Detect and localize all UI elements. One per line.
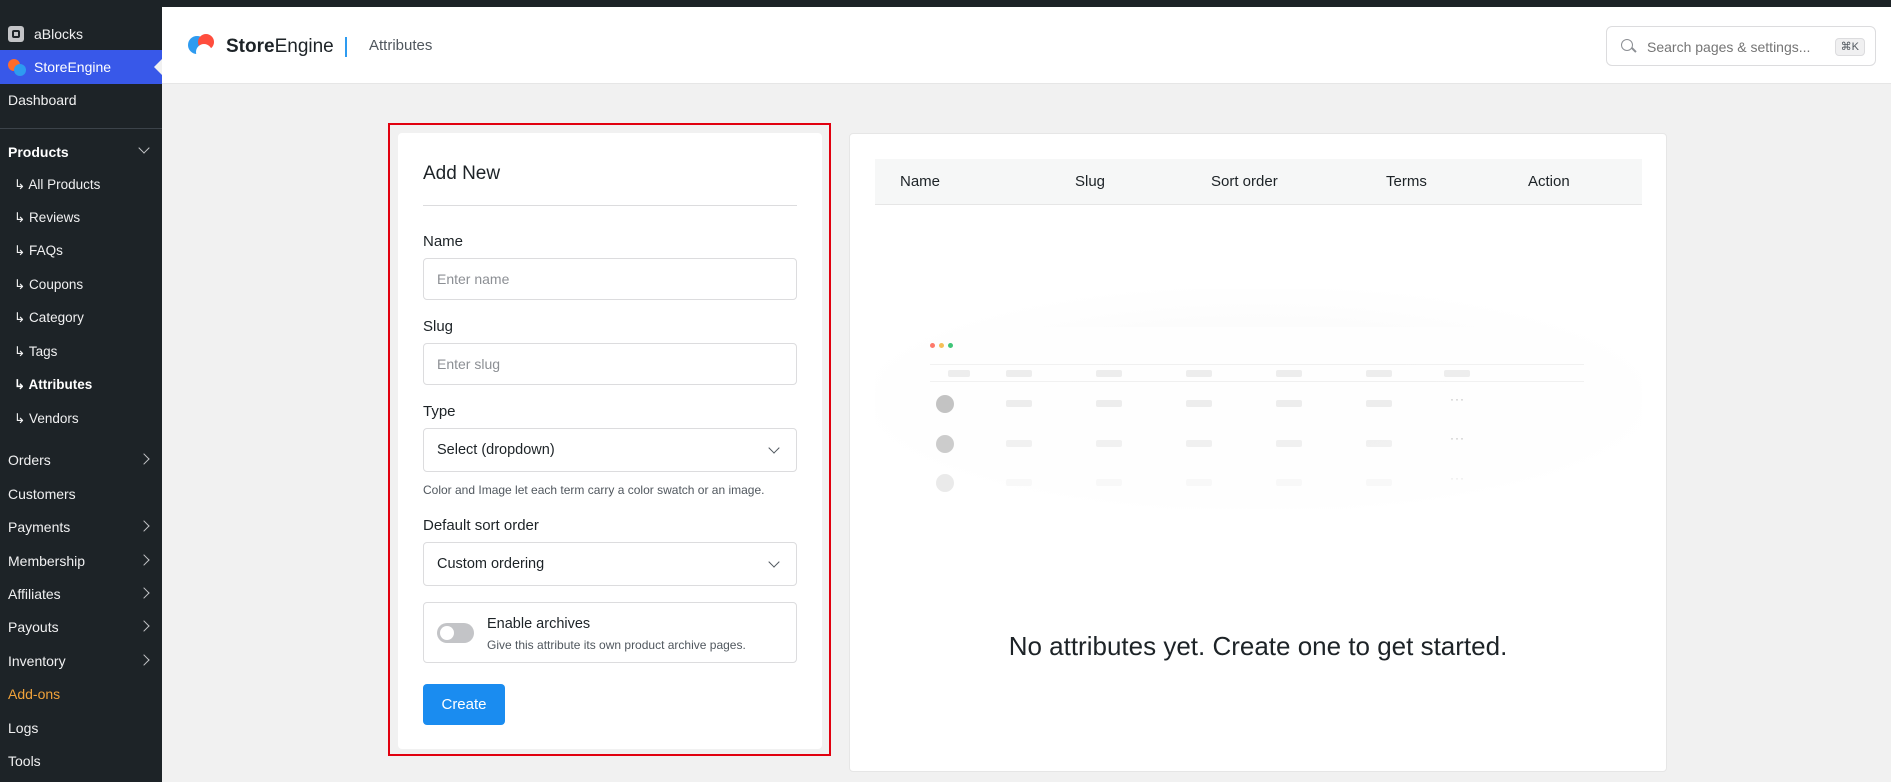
avatar-icon	[936, 435, 954, 453]
storeengine-logo-icon	[8, 58, 26, 76]
column-header-sort-order[interactable]: Sort order	[1211, 173, 1278, 190]
more-icon: ···	[1450, 471, 1465, 485]
chevron-right-icon	[138, 453, 150, 465]
keyboard-shortcut-badge: ⌘K	[1834, 38, 1865, 56]
type-label: Type	[423, 403, 456, 420]
chevron-right-icon	[138, 654, 150, 666]
create-button[interactable]: Create	[423, 684, 505, 725]
avatar-icon	[936, 474, 954, 492]
sidebar-subitem-all-products[interactable]: ↳ All Products	[0, 170, 162, 200]
search-input[interactable]	[1647, 37, 1827, 57]
ablocks-logo-icon	[8, 26, 24, 42]
chevron-right-icon	[138, 520, 150, 532]
brand-name: StoreEngine	[226, 36, 334, 57]
sort-order-select[interactable]: Custom ordering	[423, 542, 797, 586]
sidebar-subitem-attributes[interactable]: ↳ Attributes	[0, 370, 162, 400]
type-select-value: Select (dropdown)	[437, 442, 555, 458]
avatar-icon	[936, 395, 954, 413]
chevron-right-icon	[138, 587, 150, 599]
sidebar-item-label: Dashboard	[8, 92, 77, 108]
more-icon: ···	[1450, 431, 1465, 445]
chevron-down-icon	[138, 142, 150, 154]
illustration-dot	[939, 343, 944, 348]
sidebar-subitem-category[interactable]: ↳ Category	[0, 303, 162, 333]
attributes-table-card: Name Slug Sort order Terms Action ··· ··…	[849, 133, 1667, 772]
enable-archives-description: Give this attribute its own product arch…	[487, 638, 746, 652]
column-header-slug[interactable]: Slug	[1075, 173, 1105, 190]
chevron-right-icon	[138, 620, 150, 632]
sidebar-item-logs[interactable]: Logs	[0, 713, 162, 743]
sidebar-item-payments[interactable]: Payments	[0, 512, 162, 542]
form-title: Add New	[423, 163, 501, 184]
more-icon: ···	[1450, 392, 1465, 406]
type-select[interactable]: Select (dropdown)	[423, 428, 797, 472]
sidebar-item-storeengine[interactable]: StoreEngine	[0, 50, 162, 84]
name-input[interactable]	[423, 258, 797, 300]
slug-label: Slug	[423, 318, 454, 335]
sidebar-subitem-vendors[interactable]: ↳ Vendors	[0, 404, 162, 434]
column-header-terms[interactable]: Terms	[1386, 173, 1427, 190]
sidebar-item-ablocks[interactable]: aBlocks	[0, 17, 162, 51]
chevron-right-icon	[138, 554, 150, 566]
empty-state-message: No attributes yet. Create one to get sta…	[1008, 631, 1508, 661]
type-help-text: Color and Image let each term carry a co…	[423, 483, 765, 497]
add-attribute-form: Add New Name Slug Type Select (dropdown)…	[398, 133, 822, 749]
sort-order-value: Custom ordering	[437, 556, 545, 572]
sidebar-item-addons[interactable]: Add-ons	[0, 679, 162, 709]
search-box[interactable]: ⌘K	[1606, 26, 1876, 66]
column-header-action: Action	[1528, 173, 1570, 190]
sidebar-subitem-faqs[interactable]: ↳ FAQs	[0, 236, 162, 266]
sidebar-item-label: StoreEngine	[34, 59, 112, 75]
breadcrumb: Attributes	[369, 37, 433, 54]
storeengine-logo-icon	[188, 32, 218, 62]
illustration-table-head	[930, 364, 1584, 382]
table-header: Name Slug Sort order Terms Action	[875, 159, 1642, 205]
chevron-down-icon	[768, 556, 780, 568]
illustration-window: ··· ··· ···	[915, 327, 1602, 507]
sidebar-divider	[0, 128, 162, 129]
sidebar-item-label: aBlocks	[34, 26, 84, 42]
admin-top-bar	[0, 0, 1891, 7]
enable-archives-title: Enable archives	[487, 616, 591, 632]
name-label: Name	[423, 233, 464, 250]
sidebar-item-inventory[interactable]: Inventory	[0, 646, 162, 676]
illustration-dot	[948, 343, 953, 348]
sidebar-subitem-tags[interactable]: ↳ Tags	[0, 337, 162, 367]
enable-archives-option: Enable archives Give this attribute its …	[423, 602, 797, 663]
sidebar-item-payouts[interactable]: Payouts	[0, 612, 162, 642]
sidebar-subitem-coupons[interactable]: ↳ Coupons	[0, 270, 162, 300]
sidebar-item-orders[interactable]: Orders	[0, 445, 162, 475]
page-header: StoreEngine Attributes ⌘K	[162, 7, 1891, 84]
sidebar-item-membership[interactable]: Membership	[0, 546, 162, 576]
illustration-dot	[930, 343, 935, 348]
sidebar-item-affiliates[interactable]: Affiliates	[0, 579, 162, 609]
slug-input[interactable]	[423, 343, 797, 385]
search-icon	[1621, 39, 1633, 51]
sidebar-subitem-reviews[interactable]: ↳ Reviews	[0, 203, 162, 233]
sidebar-item-dashboard[interactable]: Dashboard	[0, 85, 162, 115]
chevron-down-icon	[768, 442, 780, 454]
sort-order-label: Default sort order	[423, 517, 539, 534]
enable-archives-toggle[interactable]	[437, 623, 474, 643]
sidebar-item-tools[interactable]: Tools	[0, 746, 162, 776]
form-divider	[423, 205, 797, 206]
column-header-name[interactable]: Name	[900, 173, 940, 190]
sidebar-item-products[interactable]: Products	[0, 137, 162, 167]
header-separator	[345, 37, 347, 57]
brand-logo[interactable]: StoreEngine	[188, 32, 334, 62]
sidebar-item-customers[interactable]: Customers	[0, 479, 162, 509]
empty-state-illustration: ··· ··· ···	[875, 289, 1642, 509]
admin-sidebar: aBlocks StoreEngine Dashboard Products ↳…	[0, 7, 162, 782]
sidebar-item-label: Products	[8, 144, 69, 160]
